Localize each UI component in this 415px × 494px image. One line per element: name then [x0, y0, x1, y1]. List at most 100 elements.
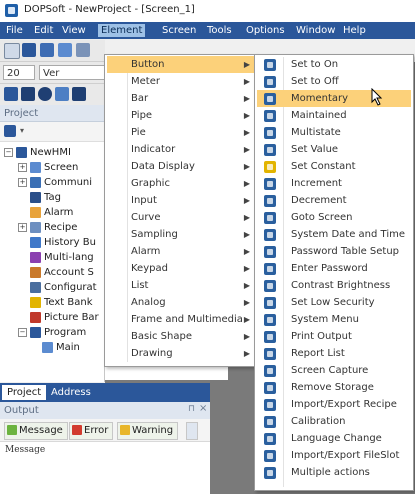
button-print-output[interactable]: Print Output [257, 328, 411, 345]
button-multistate[interactable]: Multistate [257, 124, 411, 141]
element-menu-meter[interactable]: Meter ▶ [107, 73, 254, 90]
menu-file[interactable]: File [3, 24, 26, 37]
clear-output-button[interactable] [186, 422, 198, 440]
button-system-menu[interactable]: System Menu [257, 311, 411, 328]
expand-icon[interactable]: + [18, 222, 27, 232]
button-system-date-time[interactable]: System Date and Time [257, 226, 411, 243]
project-add-icon[interactable] [4, 125, 16, 137]
tree-item-tag[interactable]: Tag [30, 190, 61, 205]
enter-password-icon [264, 263, 276, 275]
tree-item-program[interactable]: − Program [18, 325, 86, 340]
tree-item-newhmi[interactable]: − NewHMI [4, 145, 71, 160]
button-maintained[interactable]: Maintained [257, 107, 411, 124]
element-menu-alarm[interactable]: Alarm ▶ [107, 243, 254, 260]
warning-filter-button[interactable]: Warning [117, 422, 179, 440]
text-tool-icon[interactable] [72, 87, 86, 101]
button-password-table-setup[interactable]: Password Table Setup [257, 243, 411, 260]
button-goto-screen[interactable]: Goto Screen [257, 209, 411, 226]
tree-item-textbank[interactable]: Text Bank [30, 295, 93, 310]
button-contrast-brightness[interactable]: Contrast Brightness [257, 277, 411, 294]
menu-help[interactable]: Help [340, 24, 369, 37]
collapse-icon[interactable]: − [18, 327, 27, 337]
low-security-icon [264, 297, 276, 309]
element-menu-bar[interactable]: Bar ▶ [107, 90, 254, 107]
element-menu-graphic[interactable]: Graphic ▶ [107, 175, 254, 192]
element-menu-keypad[interactable]: Keypad ▶ [107, 260, 254, 277]
collapse-icon[interactable]: − [4, 147, 13, 157]
circle-icon[interactable] [38, 87, 52, 101]
expand-icon[interactable]: + [18, 177, 27, 187]
button-calibration[interactable]: Calibration [257, 413, 411, 430]
button-set-to-off[interactable]: Set to Off [257, 73, 411, 90]
menu-element[interactable]: Element [98, 24, 146, 37]
button-increment[interactable]: Increment [257, 175, 411, 192]
dropdown-icon[interactable]: ▾ [20, 126, 24, 135]
rectangle-icon[interactable] [21, 87, 35, 101]
tree-item-history[interactable]: History Bu [30, 235, 96, 250]
tree-item-screen[interactable]: + Screen [18, 160, 78, 175]
element-menu-button[interactable]: Button ▶ [107, 56, 254, 73]
button-decrement[interactable]: Decrement [257, 192, 411, 209]
button-set-low-security[interactable]: Set Low Security [257, 294, 411, 311]
button-language-change[interactable]: Language Change [257, 430, 411, 447]
element-menu-basic-shape[interactable]: Basic Shape ▶ [107, 328, 254, 345]
button-momentary[interactable]: Momentary [257, 90, 411, 107]
element-menu-list[interactable]: List ▶ [107, 277, 254, 294]
button-multiple-actions[interactable]: Multiple actions [257, 464, 411, 481]
element-menu-pie[interactable]: Pie ▶ [107, 124, 254, 141]
submenu-arrow-icon: ▶ [243, 315, 250, 324]
tag-icon [30, 191, 41, 203]
account-icon [30, 266, 41, 278]
element-menu-curve[interactable]: Curve ▶ [107, 209, 254, 226]
pin-icon[interactable]: ⊓ [188, 404, 195, 414]
button-screen-capture[interactable]: Screen Capture [257, 362, 411, 379]
tree-item-account[interactable]: Account S [30, 265, 94, 280]
open-file-icon[interactable] [22, 43, 36, 57]
menu-edit[interactable]: Edit [31, 24, 56, 37]
element-menu-indicator[interactable]: Indicator ▶ [107, 141, 254, 158]
tree-item-communication[interactable]: + Communi [18, 175, 92, 190]
save-icon[interactable] [40, 43, 54, 57]
message-filter-button[interactable]: Message [4, 422, 68, 440]
element-menu-drawing[interactable]: Drawing ▶ [107, 345, 254, 362]
error-filter-button[interactable]: Error [69, 422, 114, 440]
tree-item-multilang[interactable]: Multi-lang [30, 250, 94, 265]
element-menu-data-display[interactable]: Data Display ▶ [107, 158, 254, 175]
element-menu-sampling[interactable]: Sampling ▶ [107, 226, 254, 243]
new-file-icon[interactable] [4, 43, 20, 59]
tree-item-recipe[interactable]: + Recipe [18, 220, 77, 235]
button-report-list[interactable]: Report List [257, 345, 411, 362]
button-enter-password[interactable]: Enter Password [257, 260, 411, 277]
menu-tools[interactable]: Tools [204, 24, 235, 37]
element-menu-analog[interactable]: Analog ▶ [107, 294, 254, 311]
menu-screen[interactable]: Screen [159, 24, 199, 37]
button-import-export-fileslot[interactable]: Import/Export FileSlot [257, 447, 411, 464]
button-remove-storage[interactable]: Remove Storage [257, 379, 411, 396]
element-menu-pipe[interactable]: Pipe ▶ [107, 107, 254, 124]
tree-item-configuration[interactable]: Configurat [30, 280, 97, 295]
element-menu-input[interactable]: Input ▶ [107, 192, 254, 209]
tab-address[interactable]: Address [46, 385, 96, 400]
button-set-value[interactable]: Set Value [257, 141, 411, 158]
close-icon[interactable]: × [199, 403, 207, 414]
tree-item-main[interactable]: Main [42, 340, 80, 355]
print-icon[interactable] [76, 43, 90, 57]
menu-options[interactable]: Options [243, 24, 288, 37]
menu-window[interactable]: Window [293, 24, 338, 37]
button-import-export-recipe[interactable]: Import/Export Recipe [257, 396, 411, 413]
save-all-icon[interactable] [58, 43, 72, 57]
element-menu-frame-multimedia[interactable]: Frame and Multimedia ▶ [107, 311, 254, 328]
tree-item-alarm[interactable]: Alarm [30, 205, 73, 220]
menu-view[interactable]: View [59, 24, 89, 37]
tab-project[interactable]: Project [2, 385, 47, 400]
button-set-constant[interactable]: Set Constant [257, 158, 411, 175]
expand-icon[interactable]: + [18, 162, 27, 172]
font-name-select[interactable]: Ver [39, 65, 105, 80]
contrast-icon [264, 280, 276, 292]
momentary-icon [264, 93, 276, 105]
font-size-select[interactable]: 20 [3, 65, 35, 80]
button-set-to-on[interactable]: Set to On [257, 56, 411, 73]
tree-item-picturebank[interactable]: Picture Bar [30, 310, 99, 325]
line-icon[interactable] [55, 87, 69, 101]
pen-icon[interactable] [4, 87, 18, 101]
